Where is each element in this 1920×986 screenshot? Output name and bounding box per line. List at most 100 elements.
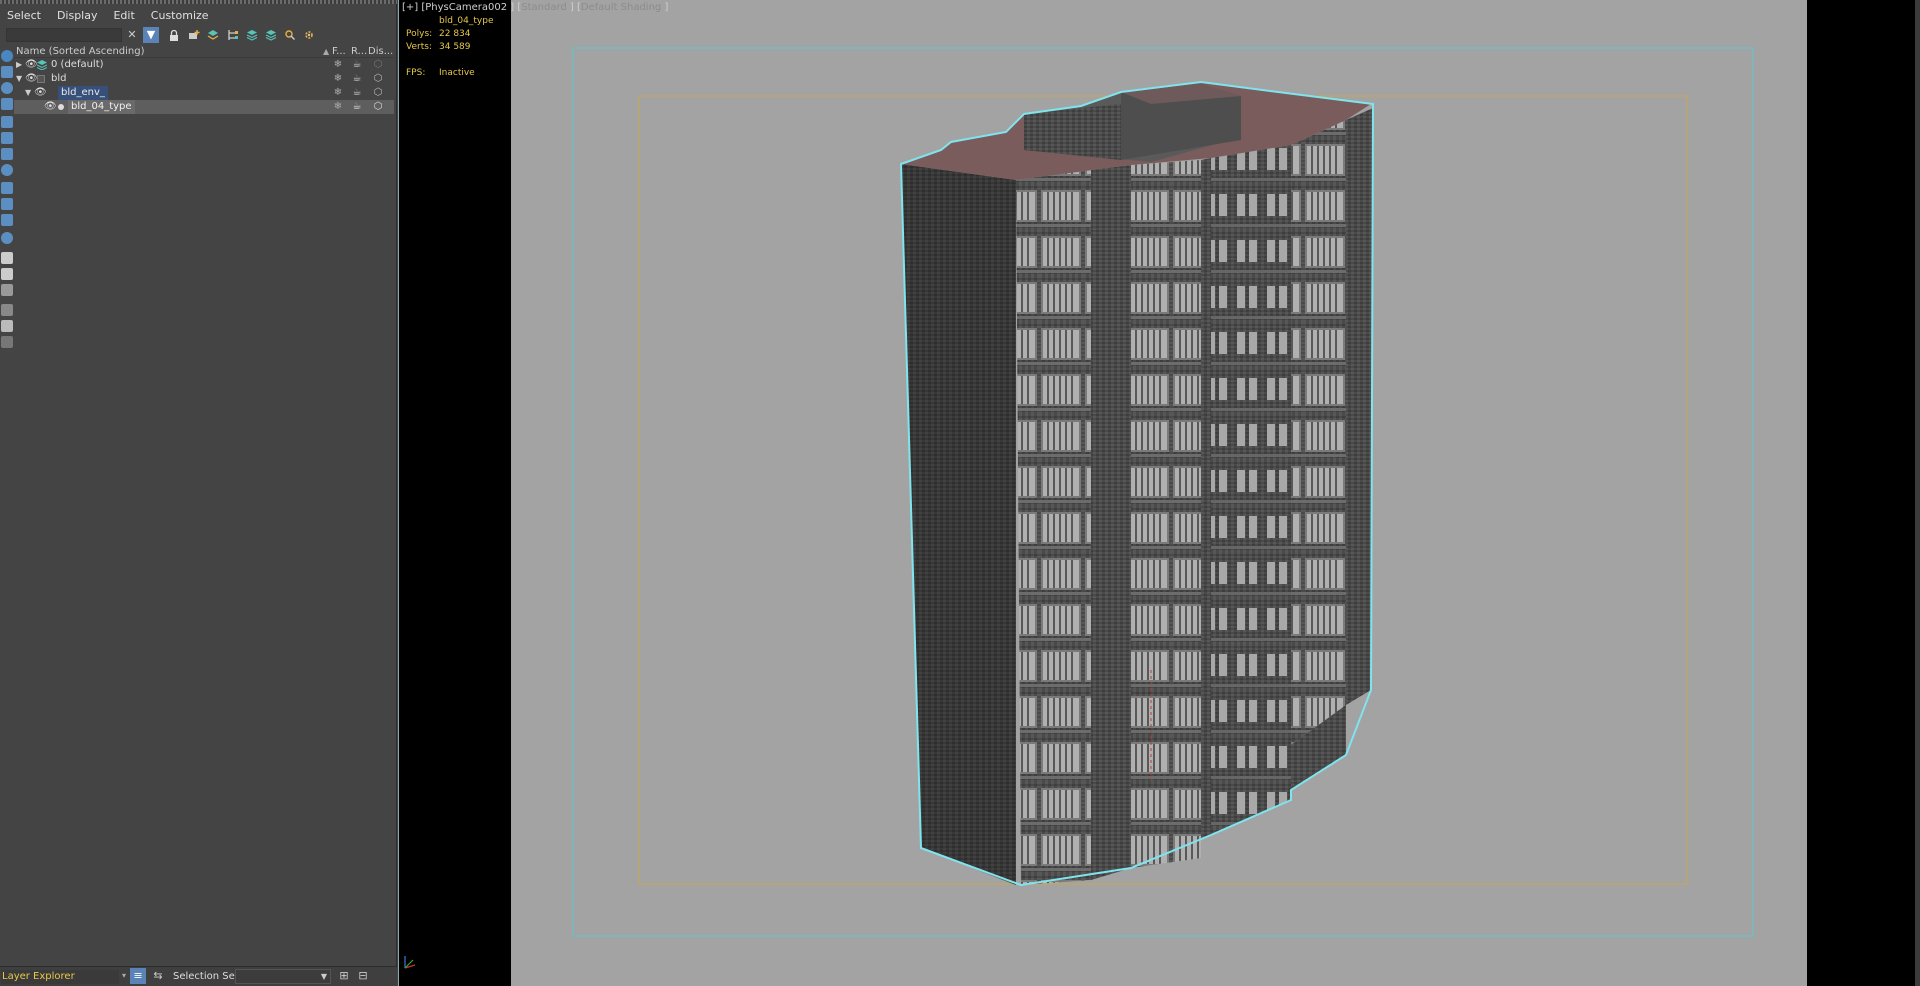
bones-filter-icon[interactable] (1, 182, 13, 194)
column-render-header[interactable]: R... (351, 45, 367, 58)
viewport-right-letterbox (1807, 0, 1920, 986)
frozen-filter-icon[interactable] (1, 214, 13, 226)
column-display-header[interactable]: Dis... (368, 45, 393, 58)
close-icon[interactable]: ✕ (124, 27, 140, 43)
groups-filter-icon[interactable] (1, 148, 13, 160)
building-model[interactable] (899, 80, 1375, 887)
viewport-canvas[interactable] (511, 0, 1807, 986)
layer-mode-icon[interactable]: ≡ (130, 968, 146, 984)
freeze-icon[interactable]: ❄ (332, 58, 344, 72)
hierarchy-mode-icon[interactable]: ⇆ (150, 968, 166, 984)
eye-icon[interactable]: 👁 (25, 72, 38, 86)
find-icon[interactable] (282, 27, 298, 43)
object-icon (58, 104, 64, 110)
eye-icon[interactable]: 👁 (34, 86, 47, 100)
edit-set-icon[interactable]: ⊟ (355, 968, 371, 984)
render-teapot-icon[interactable]: ☕ (351, 72, 363, 86)
filter-icon[interactable]: ▼ (143, 27, 159, 43)
freeze-icon[interactable]: ❄ (332, 100, 344, 114)
tree-row-label: bld_04_type (68, 100, 135, 114)
command-panel-edge[interactable] (1915, 0, 1920, 986)
freeze-icon[interactable]: ❄ (332, 86, 344, 100)
shapes-filter-icon[interactable] (1, 66, 13, 78)
tree-row-label: bld (51, 73, 67, 84)
geometry-filter-icon[interactable] (1, 50, 13, 62)
layer-stack-2-icon[interactable] (263, 27, 279, 43)
menu-display[interactable]: Display (57, 9, 98, 22)
explorer-toolbar: ✕ ▼ (0, 24, 397, 46)
viewport-scene (572, 47, 1754, 937)
tree-row-label: 0 (default) (51, 59, 104, 70)
axis-tripod-icon (401, 950, 417, 973)
verts-value: 34 589 (439, 42, 471, 52)
spacewarps-filter-icon[interactable] (1, 132, 13, 144)
lock-icon[interactable] (166, 27, 182, 43)
tree-header: Name (Sorted Ascending) ▲ F... R... Dis.… (14, 45, 394, 58)
viewport-shading-label[interactable]: Default Shading (581, 2, 661, 13)
viewport-label-end: ] (661, 2, 669, 13)
polys-value: 22 834 (439, 29, 471, 39)
funnel-icon[interactable] (1, 320, 13, 332)
menu-edit[interactable]: Edit (113, 9, 134, 22)
tree-row[interactable]: ▼ 👁 bld_env_ ❄ ☕ ⬡ (14, 86, 394, 100)
display-box-icon[interactable]: ⬡ (372, 58, 384, 72)
display-box-icon[interactable]: ⬡ (372, 86, 384, 100)
eye-icon[interactable]: 👁 (44, 100, 57, 114)
hierarchy-icon[interactable] (225, 27, 241, 43)
polys-label: Polys: (406, 29, 433, 39)
explorer-name-field[interactable]: Layer Explorer (1, 970, 119, 984)
selection-toggle-icon[interactable] (1, 336, 13, 348)
dropdown-arrow-icon[interactable]: ▾ (122, 971, 126, 980)
xrefs-filter-icon[interactable] (1, 164, 13, 176)
viewport-label[interactable]: [+] [PhysCamera002 ] [Standard ] [Defaul… (402, 2, 668, 13)
object-name-stat: bld_04_type (439, 16, 494, 26)
sort-arrow-icon: ▲ (323, 47, 330, 56)
eye-icon[interactable]: 👁 (25, 58, 38, 72)
layers-icon[interactable] (205, 27, 221, 43)
render-teapot-icon[interactable]: ☕ (351, 58, 363, 72)
tree-row[interactable]: ▼ 👁 bld ❄ ☕ ⬡ (14, 72, 394, 86)
menu-select[interactable]: Select (7, 9, 41, 22)
viewport-label-sep: ] [ (566, 2, 581, 13)
verts-label: Verts: (406, 42, 432, 52)
tree-row[interactable]: ▶ 👁 0 (default) ❄ ☕ ⬡ (14, 58, 394, 72)
column-frozen-header[interactable]: F... (332, 45, 346, 58)
expand-icon[interactable]: ▶ (16, 58, 25, 72)
viewport-standard-label[interactable]: Standard (521, 2, 567, 13)
collapse-icon[interactable]: ▼ (16, 72, 25, 86)
viewport-stats-area: bld_04_type Polys: 22 834 Verts: 34 589 … (398, 0, 511, 986)
display-none-icon[interactable] (1, 268, 13, 280)
chevron-down-icon: ▼ (320, 972, 327, 981)
menu-customize[interactable]: Customize (151, 9, 209, 22)
column-name-header[interactable]: Name (Sorted Ascending) (16, 45, 145, 58)
layer-stack-icon[interactable] (244, 27, 260, 43)
add-layer-icon[interactable] (186, 27, 202, 43)
collapse-icon[interactable]: ▼ (25, 86, 34, 100)
render-teapot-icon[interactable]: ☕ (351, 86, 363, 100)
helpers-filter-icon[interactable] (1, 116, 13, 128)
panel-grip[interactable] (0, 0, 397, 4)
lights-filter-icon[interactable] (1, 82, 13, 94)
search-input[interactable] (6, 28, 122, 42)
tree-row-selected[interactable]: 👁 bld_04_type ❄ ☕ ⬡ (14, 100, 394, 114)
freeze-icon[interactable]: ❄ (332, 72, 344, 86)
explorer-bottom-bar: Layer Explorer ▾ ≡ ⇆ Selection Set: ▼ ⊞ … (0, 966, 397, 986)
viewport-camera-label[interactable]: [+] [PhysCamera002 ] [ (402, 2, 521, 13)
filter-toggle-icon[interactable] (1, 304, 13, 316)
invert-display-icon[interactable] (1, 284, 13, 296)
select-set-icon[interactable]: ⊞ (336, 968, 352, 984)
cameras-filter-icon[interactable] (1, 98, 13, 110)
display-box-icon[interactable]: ⬡ (372, 100, 384, 114)
explorer-side-toolbar (0, 46, 14, 366)
render-teapot-icon[interactable]: ☕ (351, 100, 363, 114)
display-all-icon[interactable] (1, 252, 13, 264)
fps-label: FPS: (406, 68, 426, 78)
containers-filter-icon[interactable] (1, 198, 13, 210)
display-box-icon[interactable]: ⬡ (372, 72, 384, 86)
settings-icon[interactable] (301, 27, 317, 43)
layer-tree: Name (Sorted Ascending) ▲ F... R... Dis.… (14, 45, 394, 114)
hidden-filter-icon[interactable] (1, 232, 13, 244)
selection-set-dropdown[interactable]: ▼ (235, 969, 331, 984)
layer-stack-icon (36, 60, 48, 71)
tree-row-label: bld_env_ (58, 86, 108, 100)
